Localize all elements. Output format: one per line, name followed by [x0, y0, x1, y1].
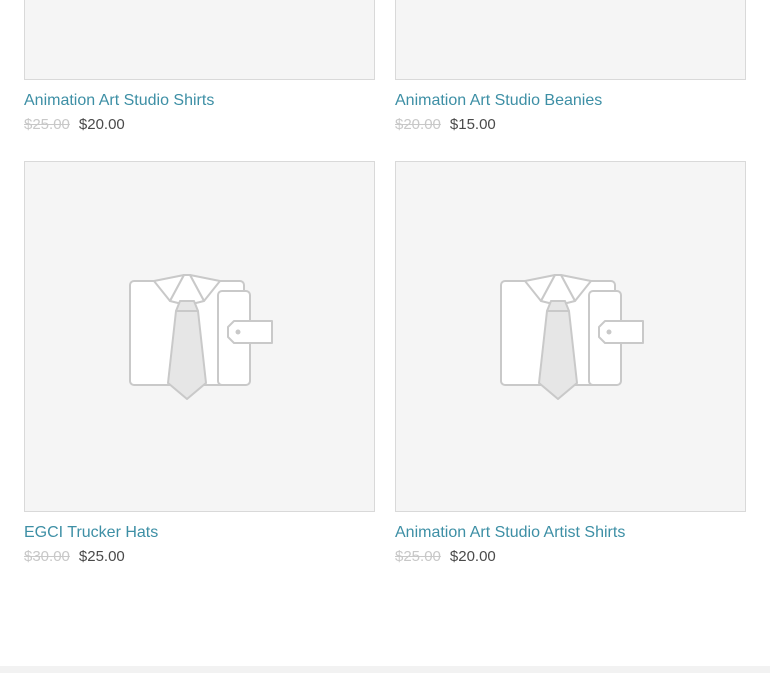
- product-image-link[interactable]: [395, 0, 746, 80]
- compare-at-price: $20.00: [395, 116, 441, 133]
- compare-at-price: $25.00: [395, 548, 441, 565]
- product-image-link[interactable]: [395, 161, 746, 512]
- shirt-placeholder-icon: [499, 273, 644, 400]
- product-card: Animation Art Studio Artist Shirts $25.0…: [395, 161, 746, 567]
- product-card: EGCI Trucker Hats $30.00 $25.00: [24, 161, 375, 567]
- product-grid: Animation Art Studio Shirts $25.00 $20.00: [0, 0, 770, 673]
- price-row: $25.00 $20.00: [24, 115, 375, 135]
- product-image-link[interactable]: [24, 161, 375, 512]
- product-card: Animation Art Studio Shirts $25.00 $20.00: [24, 0, 375, 135]
- product-title-link[interactable]: Animation Art Studio Shirts: [24, 91, 375, 111]
- sale-price: $15.00: [449, 116, 496, 133]
- product-title-link[interactable]: Animation Art Studio Artist Shirts: [395, 523, 746, 543]
- product-title-link[interactable]: EGCI Trucker Hats: [24, 523, 375, 543]
- product-card: Animation Art Studio Beanies $20.00 $15.0…: [395, 0, 746, 135]
- product-image-link[interactable]: [24, 0, 375, 80]
- price-row: $25.00 $20.00: [395, 547, 746, 567]
- sale-price: $20.00: [78, 116, 125, 133]
- price-row: $30.00 $25.00: [24, 547, 375, 567]
- compare-at-price: $25.00: [24, 116, 70, 133]
- product-title-link[interactable]: Animation Art Studio Beanies: [395, 91, 746, 111]
- sale-price: $25.00: [78, 548, 125, 565]
- footer-divider: [0, 666, 770, 673]
- shirt-placeholder-icon: [128, 273, 273, 400]
- sale-price: $20.00: [449, 548, 496, 565]
- compare-at-price: $30.00: [24, 548, 70, 565]
- price-row: $20.00 $15.00: [395, 115, 746, 135]
